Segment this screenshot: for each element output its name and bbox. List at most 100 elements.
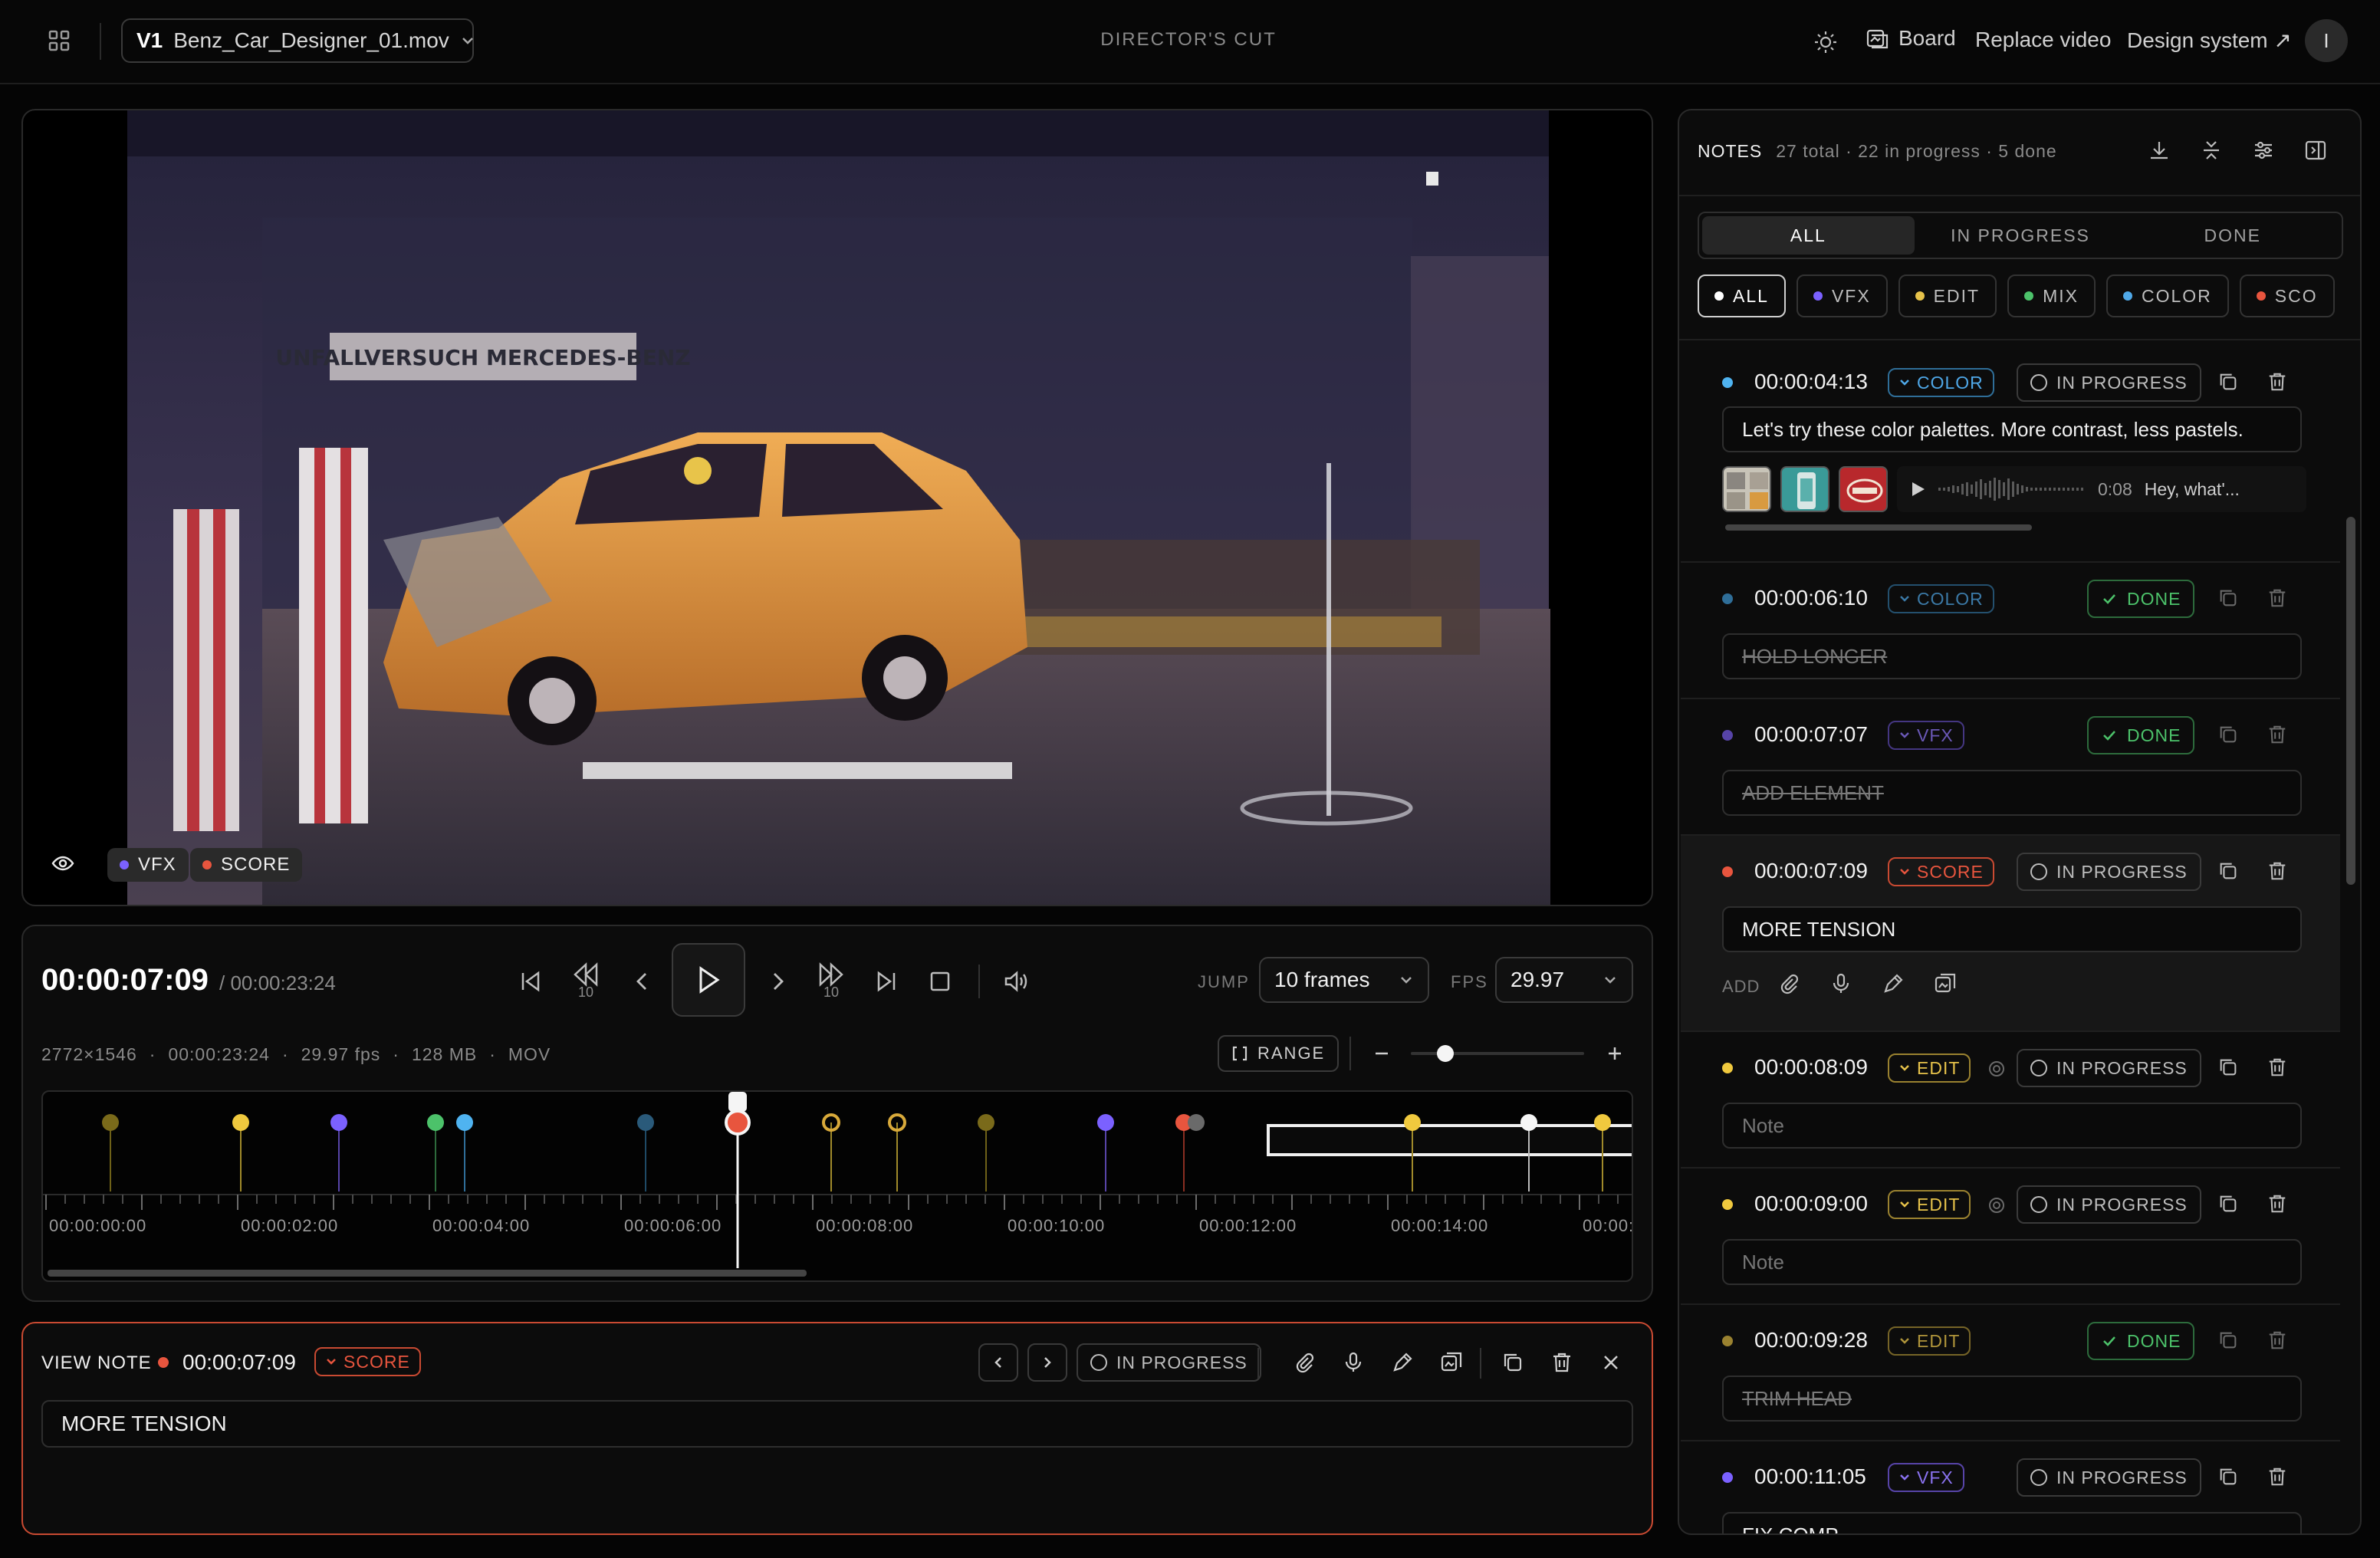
copy-icon[interactable] (2217, 587, 2239, 609)
microphone-icon[interactable] (1829, 972, 1852, 995)
trash-icon[interactable] (2267, 724, 2288, 745)
note-item[interactable]: 00:00:08:09 EDIT IN PROGRESS Note (1681, 1032, 2340, 1168)
timeline-marker[interactable] (1594, 1114, 1611, 1131)
filter-score[interactable]: SCO (2239, 274, 2335, 317)
next-frame-icon[interactable] (767, 969, 788, 994)
note-text-field[interactable]: Let's try these color palettes. More con… (1722, 406, 2302, 452)
trash-icon[interactable] (2267, 587, 2288, 609)
copy-icon[interactable] (2217, 724, 2239, 745)
timeline-marker[interactable] (637, 1114, 654, 1131)
range-button[interactable]: RANGE (1218, 1035, 1340, 1072)
jump-select[interactable]: 10 frames (1259, 957, 1429, 1003)
note-item[interactable]: 00:00:09:28 EDIT DONE TRIM HEAD (1681, 1305, 2340, 1441)
trash-icon[interactable] (2267, 1466, 2288, 1487)
note-item[interactable]: 00:00:07:07 VFX DONE ADD ELEMENT (1681, 699, 2340, 836)
note-status[interactable]: DONE (2087, 716, 2195, 754)
timeline-track[interactable]: 00:00:00:00 00:00:02:00 00:00:04:00 00:00:0… (43, 1092, 1633, 1282)
visibility-toggle-icon[interactable] (51, 851, 75, 876)
note-status[interactable]: IN PROGRESS (2017, 1049, 2201, 1087)
timeline-marker[interactable] (1404, 1114, 1421, 1131)
trash-icon[interactable] (2267, 371, 2288, 393)
paperclip-icon[interactable] (1777, 972, 1800, 995)
trash-icon[interactable] (2267, 1057, 2288, 1078)
skip-to-end-icon[interactable] (873, 968, 900, 995)
replace-video-link[interactable]: Replace video (1975, 28, 2111, 52)
tab-all[interactable]: ALL (1702, 216, 1915, 255)
timeline-marker[interactable] (456, 1114, 473, 1131)
note-tag[interactable]: EDIT (1888, 1190, 1971, 1219)
design-system-link[interactable]: Design system ↗ (2127, 28, 2292, 53)
trash-icon[interactable] (2267, 1193, 2288, 1215)
filter-settings-icon[interactable] (2251, 138, 2276, 163)
pencil-icon[interactable] (1391, 1351, 1414, 1374)
timeline-scrollbar[interactable] (48, 1270, 807, 1277)
skip-to-start-icon[interactable] (517, 968, 544, 995)
copy-icon[interactable] (2217, 860, 2239, 882)
filter-edit[interactable]: EDIT (1898, 274, 1997, 317)
note-status[interactable]: DONE (2087, 580, 2195, 618)
notes-scrollbar[interactable] (2346, 517, 2355, 885)
view-note-text-field[interactable]: MORE TENSION (41, 1400, 1633, 1448)
filter-vfx[interactable]: VFX (1796, 274, 1888, 317)
zoom-slider[interactable] (1411, 1045, 1584, 1062)
note-status[interactable]: IN PROGRESS (2017, 1185, 2201, 1224)
copy-icon[interactable] (1501, 1351, 1524, 1374)
play-button[interactable] (672, 943, 745, 1017)
timeline-marker[interactable] (232, 1114, 249, 1131)
view-note-tag[interactable]: SCORE (314, 1347, 421, 1376)
note-status[interactable]: IN PROGRESS (2017, 1458, 2201, 1497)
timeline-marker[interactable] (1097, 1114, 1114, 1131)
previous-frame-icon[interactable] (632, 969, 653, 994)
note-text-field[interactable]: Note (1722, 1239, 2302, 1285)
attachments-scrollbar[interactable] (1725, 524, 2032, 531)
attachment-thumbnail[interactable] (1839, 466, 1888, 512)
grid-menu-icon[interactable] (48, 29, 71, 52)
copy-icon[interactable] (2217, 1193, 2239, 1215)
tab-in-progress[interactable]: IN PROGRESS (1915, 216, 2127, 255)
note-text-field[interactable]: Note (1722, 1103, 2302, 1149)
timeline[interactable]: 00:00:00:00 00:00:02:00 00:00:04:00 00:00:0… (41, 1090, 1633, 1282)
timeline-marker[interactable] (102, 1114, 119, 1131)
note-item[interactable]: 00:00:06:10 COLOR DONE HOLD LONGER (1681, 563, 2340, 699)
trash-icon[interactable] (1550, 1351, 1573, 1374)
board-button[interactable]: Board (1865, 26, 1956, 51)
filter-mix[interactable]: MIX (2007, 274, 2096, 317)
microphone-icon[interactable] (1342, 1351, 1365, 1374)
note-markers[interactable] (102, 1113, 1633, 1192)
rewind-10-icon[interactable]: 10 (570, 961, 601, 1001)
copy-icon[interactable] (2217, 1330, 2239, 1351)
previous-note-button[interactable] (978, 1343, 1018, 1382)
note-item[interactable]: 00:00:04:13 COLOR IN PROGRESS Let's try … (1681, 348, 2340, 563)
play-icon[interactable] (1909, 480, 1926, 498)
note-text-field[interactable]: ADD ELEMENT (1722, 770, 2302, 816)
note-tag[interactable]: EDIT (1888, 1053, 1971, 1083)
volume-icon[interactable] (1001, 968, 1029, 995)
note-item-selected[interactable]: 00:00:07:09 SCORE IN PROGRESS MORE TENSI… (1681, 836, 2340, 1032)
audio-note-player[interactable]: 0:08 Hey, what'... (1897, 466, 2306, 512)
zoom-in-icon[interactable] (1606, 1044, 1624, 1063)
avatar[interactable]: I (2305, 19, 2348, 62)
theme-toggle-icon[interactable] (1813, 29, 1839, 55)
timeline-marker[interactable] (1188, 1114, 1205, 1131)
image-gallery-icon[interactable] (1440, 1351, 1463, 1374)
timeline-marker[interactable] (330, 1114, 347, 1131)
download-icon[interactable] (2147, 138, 2171, 163)
note-text-field[interactable]: FIX COMP (1722, 1512, 2302, 1533)
attachment-thumbnail[interactable] (1780, 466, 1829, 512)
note-status[interactable]: DONE (2087, 1322, 2195, 1360)
note-tag[interactable]: COLOR (1888, 584, 1994, 613)
note-text-field[interactable]: HOLD LONGER (1722, 633, 2302, 679)
collapse-icon[interactable] (2199, 138, 2224, 163)
file-select[interactable]: V1 Benz_Car_Designer_01.mov (121, 18, 474, 63)
image-gallery-icon[interactable] (1934, 972, 1957, 995)
note-status[interactable]: IN PROGRESS (2017, 363, 2201, 402)
stop-icon[interactable] (928, 969, 952, 994)
trash-icon[interactable] (2267, 1330, 2288, 1351)
paperclip-icon[interactable] (1293, 1351, 1316, 1374)
zoom-out-icon[interactable] (1372, 1044, 1391, 1063)
note-tag[interactable]: EDIT (1888, 1326, 1971, 1356)
fps-select[interactable]: 29.97 (1495, 957, 1633, 1003)
sidebar-toggle-icon[interactable] (2303, 138, 2328, 163)
forward-10-icon[interactable]: 10 (816, 961, 846, 1001)
copy-icon[interactable] (2217, 371, 2239, 393)
